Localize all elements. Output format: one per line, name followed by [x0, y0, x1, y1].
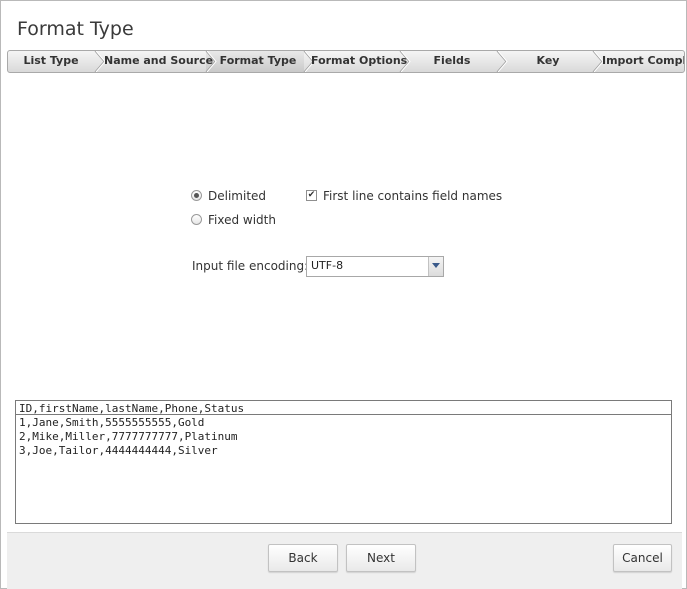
delimited-label[interactable]: Delimited: [208, 189, 266, 203]
step-import-complete[interactable]: Import Complete: [602, 51, 684, 72]
step-list-type[interactable]: List Type: [14, 51, 88, 72]
encoding-value: UTF-8: [311, 259, 344, 272]
preview-line: 1,Jane,Smith,5555555555,Gold: [19, 416, 205, 429]
encoding-label: Input file encoding:: [192, 259, 309, 273]
step-key[interactable]: Key: [504, 51, 592, 72]
dialog-footer: Back Next Cancel: [7, 532, 682, 589]
chevron-down-icon: [432, 263, 440, 268]
wizard-dialog: Format Type List Type Name and Source Fo…: [0, 0, 687, 589]
step-format-options[interactable]: Format Options: [311, 51, 407, 72]
step-format-type[interactable]: Format Type: [214, 51, 302, 72]
preview-line: 3,Joe,Tailor,4444444444,Silver: [19, 444, 218, 457]
wizard-step-bar: List Type Name and Source Format Type Fo…: [7, 50, 685, 73]
preview-line: 2,Mike,Miller,7777777777,Platinum: [19, 430, 238, 443]
fixed-width-radio[interactable]: [191, 214, 202, 225]
encoding-select[interactable]: UTF-8: [306, 256, 444, 277]
fixed-width-label[interactable]: Fixed width: [208, 213, 276, 227]
back-button[interactable]: Back: [268, 544, 338, 572]
next-button[interactable]: Next: [346, 544, 416, 572]
first-line-label[interactable]: First line contains field names: [323, 189, 502, 203]
cancel-button[interactable]: Cancel: [613, 544, 672, 572]
delimited-radio[interactable]: [191, 190, 202, 201]
dropdown-arrow[interactable]: [428, 257, 443, 276]
step-name-and-source[interactable]: Name and Source: [104, 51, 213, 72]
preview-body[interactable]: 1,Jane,Smith,5555555555,Gold 2,Mike,Mill…: [15, 415, 672, 524]
step-fields[interactable]: Fields: [408, 51, 496, 72]
first-line-checkbox[interactable]: ✔: [306, 190, 317, 201]
preview-header-row: ID,firstName,lastName,Phone,Status: [15, 400, 672, 415]
dialog-title: Format Type: [17, 18, 134, 40]
